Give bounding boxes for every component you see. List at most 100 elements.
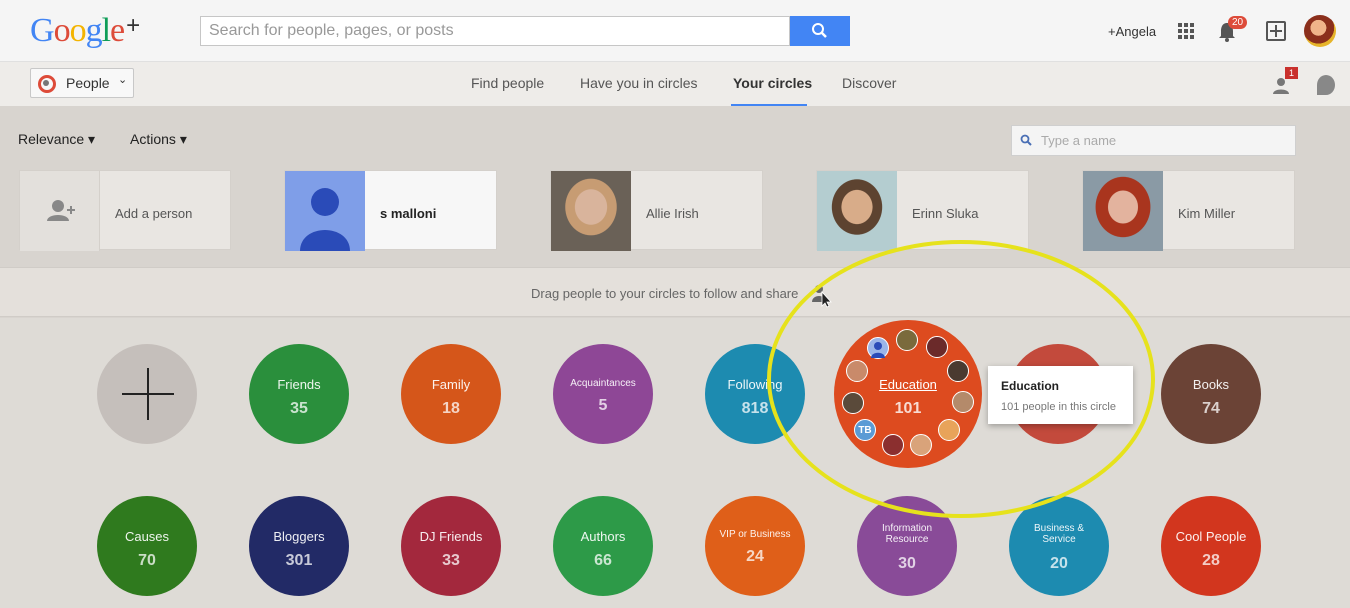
actions-label: Actions [130, 131, 176, 147]
circle-vip-or-business[interactable]: VIP or Business 24 [705, 496, 805, 596]
tooltip-title: Education [1001, 379, 1060, 393]
apps-grid-icon[interactable] [1178, 23, 1194, 39]
circle-books[interactable]: Books 74 [1161, 344, 1261, 444]
person-photo [1083, 171, 1163, 251]
circle-authors[interactable]: Authors 66 [553, 496, 653, 596]
circle-count: 66 [594, 552, 612, 569]
friend-requests-badge: 1 [1285, 67, 1299, 79]
people-button-label: People [66, 75, 110, 91]
person-photo [817, 171, 897, 251]
circle-count: 70 [138, 552, 156, 569]
user-avatar[interactable] [1304, 15, 1336, 47]
circle-name: Bloggers [273, 529, 325, 544]
circle-name: Family [431, 377, 471, 392]
circle-count: 18 [442, 400, 460, 417]
circle-count: 30 [898, 555, 916, 572]
people-subnav: People ⌄ Find people Have you in circles… [0, 62, 1350, 107]
circle-name: Business & Service [1033, 523, 1085, 545]
circle-information-resource[interactable]: Information Resource 30 [857, 496, 957, 596]
add-person-card[interactable]: Add a person [19, 170, 231, 251]
person-card[interactable]: Erinn Sluka [816, 170, 1029, 251]
circle-acquaintances[interactable]: Acquaintances 5 [553, 344, 653, 444]
hangouts-icon[interactable] [1317, 75, 1335, 95]
person-name: s malloni [380, 206, 437, 221]
share-plus-icon[interactable] [1266, 21, 1286, 41]
circle-count: 33 [442, 552, 460, 569]
circle-education-expanded[interactable]: TB Education 101 [834, 320, 982, 468]
person-card[interactable]: s malloni [284, 170, 497, 251]
create-circle-button[interactable] [97, 344, 197, 444]
circles-toolbar: Relevance ▾ Actions ▾ [0, 107, 1350, 167]
member-avatar [910, 434, 932, 456]
name-search-input[interactable] [1011, 125, 1296, 156]
circle-name: Acquaintances [570, 378, 636, 389]
top-bar: Google+ +Angela 20 [0, 0, 1350, 62]
dragged-person-cursor-icon [812, 285, 832, 308]
person-card[interactable]: Allie Irish [550, 170, 763, 251]
notification-count-badge: 20 [1228, 16, 1248, 29]
circle-name: Cool People [1175, 529, 1247, 544]
circle-friends[interactable]: Friends 35 [249, 344, 349, 444]
search-icon [812, 23, 827, 38]
tab-your-circles[interactable]: Your circles [733, 75, 812, 91]
circle-count: 74 [1202, 400, 1220, 417]
add-person-label: Add a person [115, 206, 193, 221]
member-avatar [867, 337, 889, 359]
profile-name-link[interactable]: +Angela [1108, 24, 1156, 39]
circle-count: 28 [1202, 552, 1220, 569]
circle-following[interactable]: Following 818 [705, 344, 805, 444]
drag-hint-text: Drag people to your circles to follow an… [531, 286, 799, 301]
circle-name: Following [727, 377, 783, 392]
member-avatar-initials: TB [854, 419, 876, 441]
circle-count: 5 [598, 397, 608, 414]
circle-business-service[interactable]: Business & Service 20 [1009, 496, 1109, 596]
circle-causes[interactable]: Causes 70 [97, 496, 197, 596]
circle-name: Friends [277, 377, 321, 392]
circle-count: 301 [285, 552, 313, 569]
person-name: Kim Miller [1178, 206, 1236, 221]
circle-name-link[interactable]: Education [834, 377, 982, 392]
circle-dj-friends[interactable]: DJ Friends 33 [401, 496, 501, 596]
search-icon [1020, 134, 1032, 146]
add-person-icon-box [20, 171, 100, 251]
sort-dropdown[interactable]: Relevance ▾ [18, 131, 95, 148]
person-card[interactable]: Kim Miller [1082, 170, 1295, 251]
tooltip-subtitle: 101 people in this circle [1001, 401, 1116, 413]
add-person-icon [47, 200, 75, 221]
sort-label: Relevance [18, 131, 85, 147]
search-bar [200, 16, 850, 46]
chevron-down-icon: ▾ [88, 131, 96, 147]
circle-count: 20 [1050, 555, 1068, 572]
person-photo [551, 171, 631, 251]
person-silhouette-icon [871, 342, 885, 358]
search-button[interactable] [790, 16, 850, 46]
default-avatar [285, 171, 365, 251]
chevron-down-icon: ⌄ [118, 74, 128, 86]
circle-name: DJ Friends [419, 529, 483, 544]
member-avatar [938, 419, 960, 441]
people-app-switcher-button[interactable]: People ⌄ [30, 68, 134, 98]
active-tab-indicator [731, 104, 807, 106]
member-avatar [896, 329, 918, 351]
circle-count: 101 [894, 400, 922, 417]
member-avatar [926, 336, 948, 358]
tab-discover[interactable]: Discover [842, 75, 896, 91]
circle-tooltip: Education 101 people in this circle [988, 366, 1133, 424]
actions-dropdown[interactable]: Actions ▾ [130, 131, 187, 148]
people-app-icon [38, 75, 56, 93]
tab-find-people[interactable]: Find people [471, 75, 544, 91]
circle-family[interactable]: Family 18 [401, 344, 501, 444]
google-plus-logo[interactable]: Google+ [30, 12, 140, 50]
circle-name: Authors [580, 529, 626, 544]
search-input[interactable] [200, 16, 790, 46]
member-avatar [882, 434, 904, 456]
circle-name: Information Resource [881, 523, 933, 545]
drag-hint-strip: Drag people to your circles to follow an… [0, 267, 1350, 317]
person-silhouette-icon [300, 188, 350, 251]
circle-cool-people[interactable]: Cool People 28 [1161, 496, 1261, 596]
circle-bloggers[interactable]: Bloggers 301 [249, 496, 349, 596]
circle-count: 24 [746, 548, 764, 565]
person-name: Allie Irish [646, 206, 699, 221]
circle-name: Causes [124, 529, 170, 544]
tab-have-you-in-circles[interactable]: Have you in circles [580, 75, 698, 91]
